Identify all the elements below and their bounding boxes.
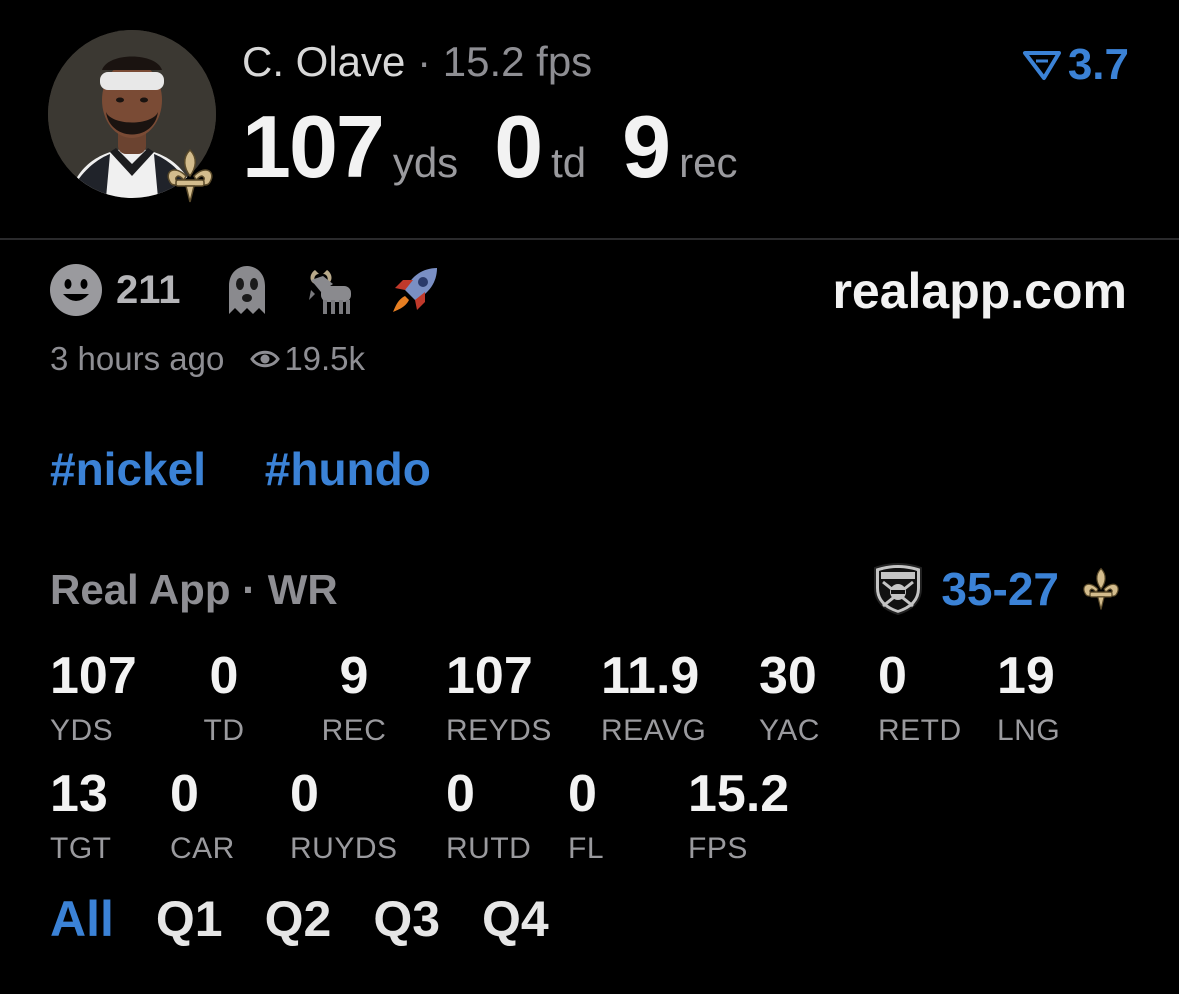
stat-label: FPS <box>688 832 748 865</box>
fantasy-points: 15.2 fps <box>442 38 593 85</box>
headline-td-value: 0 <box>494 97 543 196</box>
stat-rutd: 0 RUTD <box>446 768 531 864</box>
stat-label: LNG <box>997 714 1061 747</box>
stat-value: 0 <box>568 765 597 823</box>
stat-label: REYDS <box>446 714 552 747</box>
stat-value: 0 <box>290 765 319 823</box>
player-header-line: C. Olave · 15.2 fps <box>242 38 592 86</box>
stat-fl: 0 FL <box>568 768 604 864</box>
stat-retd: 0 RETD <box>878 650 962 746</box>
stat-car: 0 CAR <box>170 768 235 864</box>
stat-value: 13 <box>50 765 108 823</box>
score-dash: - <box>992 563 1008 615</box>
post-time: 3 hours ago <box>50 340 225 377</box>
site-link[interactable]: realapp.com <box>832 262 1127 320</box>
stat-label: TGT <box>50 832 112 865</box>
tab-q2[interactable]: Q2 <box>265 890 332 948</box>
stat-label: FL <box>568 832 605 865</box>
stat-value: 15.2 <box>688 765 790 823</box>
stat-lng: 19 LNG <box>997 650 1060 746</box>
stat-value: 107 <box>446 647 533 705</box>
headline-yards-unit: yds <box>392 139 459 186</box>
headline-yards-value: 107 <box>242 97 385 196</box>
headline-rec-value: 9 <box>622 97 671 196</box>
separator: · <box>417 38 432 85</box>
stat-ruyds: 0 RUYDS <box>290 768 398 864</box>
header-divider <box>0 238 1179 240</box>
rating-funnel-icon <box>1022 51 1061 80</box>
tab-q4[interactable]: Q4 <box>482 890 549 948</box>
stat-label: REC <box>321 714 387 747</box>
tab-all[interactable]: All <box>50 890 114 948</box>
stat-value: 11.9 <box>601 647 700 705</box>
stat-value: 9 <box>339 647 369 705</box>
reaction-count: 211 <box>116 267 181 312</box>
stat-label: REAVG <box>601 714 707 747</box>
stat-label: RUYDS <box>290 832 398 865</box>
goat-icon[interactable] <box>303 262 359 318</box>
view-count: 19.5k <box>284 340 366 377</box>
stat-label: RETD <box>878 714 962 747</box>
stat-tgt: 13 TGT <box>50 768 112 864</box>
player-name[interactable]: C. Olave <box>242 38 405 85</box>
quarter-tabs: All Q1 Q2 Q3 Q4 <box>50 890 591 948</box>
stat-label: CAR <box>170 832 235 865</box>
headline-stats: 107 yds 0 td 9 rec <box>242 96 773 198</box>
stat-value: 30 <box>759 647 817 705</box>
stat-value: 107 <box>50 647 137 705</box>
rocket-icon[interactable] <box>387 262 443 318</box>
tab-q1[interactable]: Q1 <box>156 890 223 948</box>
rating-value: 3.7 <box>1067 40 1129 89</box>
reaction-bar: 211 <box>48 262 471 318</box>
stat-reyds: 107 REYDS <box>446 650 552 746</box>
eye-icon <box>250 350 281 368</box>
stat-value: 0 <box>209 647 239 705</box>
hashtag-nickel[interactable]: #nickel <box>50 443 206 495</box>
headline-td-unit: td <box>551 139 587 186</box>
stat-label: YAC <box>759 714 820 747</box>
raiders-logo-icon <box>874 562 923 616</box>
stat-td: 0 TD <box>204 650 245 746</box>
saints-logo-icon <box>1083 567 1119 610</box>
game-label: Real App · WR <box>50 566 338 613</box>
score-raiders: 35 <box>941 563 993 615</box>
hashtags: #nickel #hundo <box>50 442 477 496</box>
post-meta: 3 hours ago 19.5k <box>50 340 365 378</box>
ghost-icon[interactable] <box>219 262 275 318</box>
rating-badge[interactable]: 3.7 <box>1022 40 1129 90</box>
stat-label: TD <box>203 714 245 747</box>
score-saints: 27 <box>1007 563 1059 615</box>
stat-yac: 30 YAC <box>759 650 820 746</box>
stat-rec: 9 REC <box>322 650 387 746</box>
stat-value: 19 <box>997 647 1055 705</box>
game-score[interactable]: 35 - 27 <box>871 562 1123 616</box>
saints-logo-icon <box>167 148 213 203</box>
tab-q3[interactable]: Q3 <box>373 890 440 948</box>
stat-fps: 15.2 FPS <box>688 768 789 864</box>
stat-yds: 107 YDS <box>50 650 137 746</box>
stat-label: RUTD <box>446 832 532 865</box>
hashtag-hundo[interactable]: #hundo <box>265 443 431 495</box>
stat-value: 0 <box>878 647 907 705</box>
stat-reavg: 11.9 REAVG <box>601 650 706 746</box>
headline-rec-unit: rec <box>679 139 738 186</box>
stat-label: YDS <box>50 714 114 747</box>
stat-value: 0 <box>170 765 199 823</box>
stat-value: 0 <box>446 765 475 823</box>
smiley-icon[interactable] <box>48 262 104 318</box>
